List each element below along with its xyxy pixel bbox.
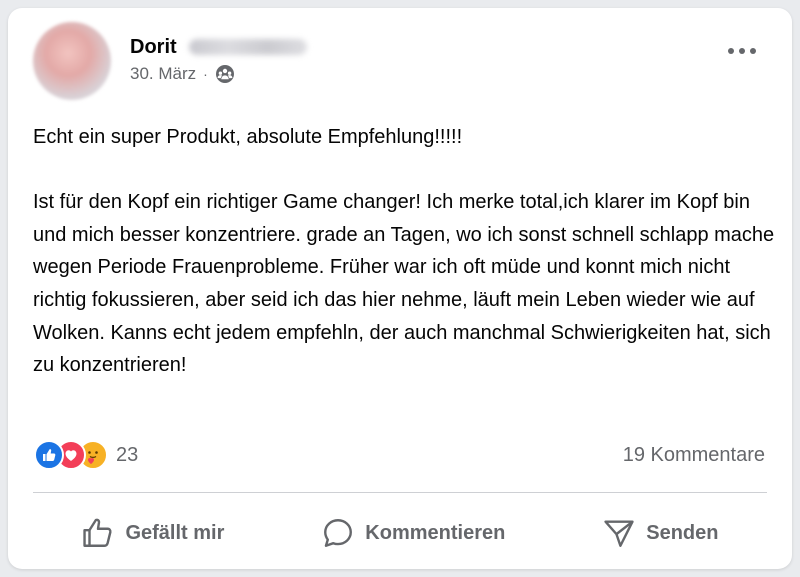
like-button-label: Gefällt mir [125,521,225,544]
reactions-summary[interactable]: 23 [34,440,138,470]
author-avatar[interactable] [33,22,111,100]
post-card: Dorit 30. März · Echt ein super Produkt,… [8,8,792,569]
author-name[interactable]: Dorit [130,36,177,59]
author-name-row: Dorit [130,34,307,60]
more-options-button[interactable] [724,42,760,60]
more-horizontal-icon [728,48,756,54]
action-divider [33,492,767,493]
send-button[interactable]: Senden [602,516,719,550]
like-reaction-icon [34,440,64,470]
like-button[interactable]: Gefällt mir [81,516,224,550]
meta-separator: · [203,66,208,82]
action-bar: Gefällt mir Kommentieren Senden [33,508,767,558]
friends-group-icon[interactable] [215,64,235,84]
comments-count-link[interactable]: 19 Kommentare [623,444,765,467]
post-text: Echt ein super Produkt, absolute Empfehl… [33,126,775,377]
send-icon [604,520,634,547]
post-date[interactable]: 30. März [130,64,196,84]
post-meta: 30. März · [130,64,235,84]
author-surname-blurred [188,39,307,55]
comment-button-label: Kommentieren [365,521,506,544]
send-button-label: Senden [646,521,719,544]
comment-bubble-icon [324,519,353,547]
thumbs-up-icon [83,518,113,547]
comment-button[interactable]: Kommentieren [321,516,505,550]
reaction-count: 23 [116,443,139,466]
